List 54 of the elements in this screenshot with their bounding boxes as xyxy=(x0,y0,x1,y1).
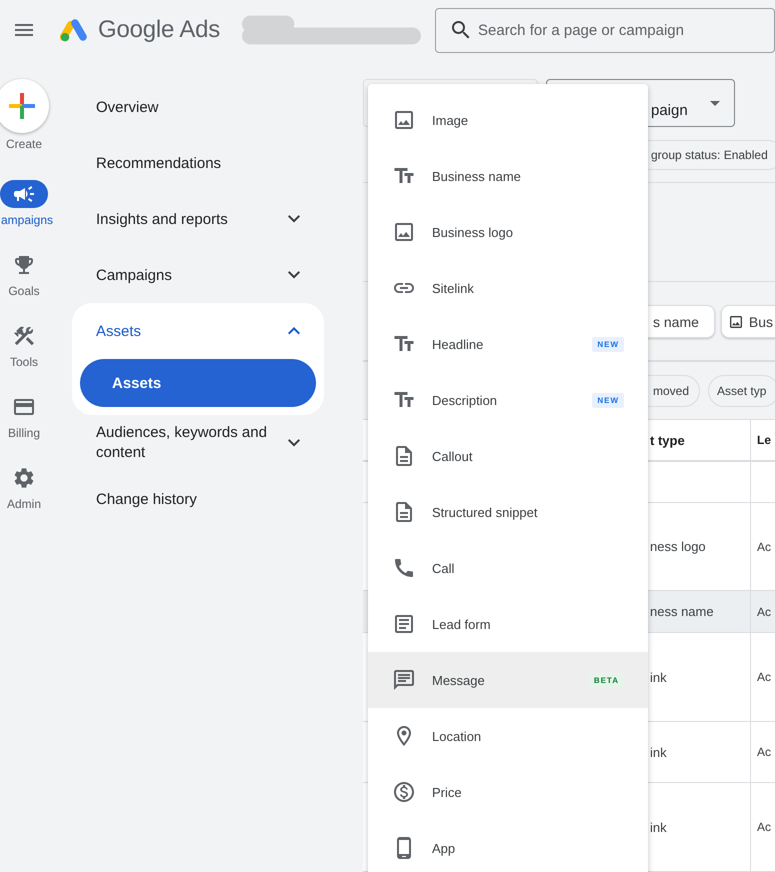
table-cell: ness name xyxy=(650,604,714,619)
menu-item[interactable]: Lead form xyxy=(368,596,648,652)
nav-item[interactable]: Assets xyxy=(72,303,324,359)
rail-nav-item[interactable]: Tools xyxy=(0,322,48,369)
wrench-icon xyxy=(12,324,36,348)
asset-type-chip[interactable]: Bus xyxy=(720,305,775,338)
table-cell: Ac xyxy=(757,820,772,834)
beta-badge: BETA xyxy=(588,672,624,688)
menu-item[interactable]: Business name xyxy=(368,148,648,204)
caret-icon xyxy=(710,100,720,106)
app-title: Google Ads xyxy=(98,16,220,44)
menu-item[interactable]: Location xyxy=(368,708,648,764)
dollar-coin-icon xyxy=(392,780,416,804)
form-icon xyxy=(392,612,416,636)
menu-item[interactable]: App xyxy=(368,820,648,872)
nav-item[interactable]: Overview xyxy=(72,79,324,135)
rail-nav-item[interactable]: Billing xyxy=(0,393,48,440)
column-header[interactable]: Le xyxy=(757,433,772,447)
chat-bubble-icon xyxy=(392,668,416,692)
table-cell: Ac xyxy=(757,670,772,684)
table-cell: Ac xyxy=(757,745,772,759)
menu-item[interactable]: Message BETA xyxy=(368,652,648,708)
image-icon xyxy=(392,108,416,132)
new-badge: NEW xyxy=(592,392,624,408)
table-cell: Ac xyxy=(757,604,772,618)
search-field[interactable]: Search for a page or campaign xyxy=(435,8,775,52)
column-header[interactable]: t type xyxy=(650,432,685,448)
nav-item[interactable]: Insights and reports xyxy=(72,191,324,247)
rail-nav-item[interactable]: Admin xyxy=(0,464,48,511)
menu-item[interactable]: Callout xyxy=(368,428,648,484)
new-badge: NEW xyxy=(592,336,624,352)
menu-item[interactable]: Business logo xyxy=(368,204,648,260)
table-cell: ink xyxy=(650,820,667,834)
settings-icon xyxy=(12,466,36,490)
menu-item[interactable]: Structured snippet xyxy=(368,484,648,540)
phone-icon xyxy=(392,556,416,580)
table-cell: Ac xyxy=(757,540,772,554)
rail-nav-item[interactable]: Goals xyxy=(0,251,48,298)
nav-item[interactable]: Audiences, keywords and content xyxy=(72,415,324,471)
image-icon xyxy=(392,220,416,244)
trophy-icon xyxy=(12,253,36,277)
menu-item[interactable]: Image xyxy=(368,92,648,148)
image-icon xyxy=(728,314,744,330)
table-cell: ink xyxy=(650,670,667,684)
filter-chip[interactable]: Asset typ xyxy=(708,375,775,407)
nav-item[interactable]: Recommendations xyxy=(72,135,324,191)
nav-item[interactable]: Campaigns xyxy=(72,247,324,303)
menu-item[interactable]: Price xyxy=(368,764,648,820)
menu-item[interactable]: Call xyxy=(368,540,648,596)
table-cell: ness logo xyxy=(650,539,706,554)
table-cell: ink xyxy=(650,744,667,760)
plus-icon xyxy=(9,93,35,119)
nav-item[interactable]: Change history xyxy=(72,471,324,527)
nav-subitem[interactable]: Assets xyxy=(80,359,316,407)
